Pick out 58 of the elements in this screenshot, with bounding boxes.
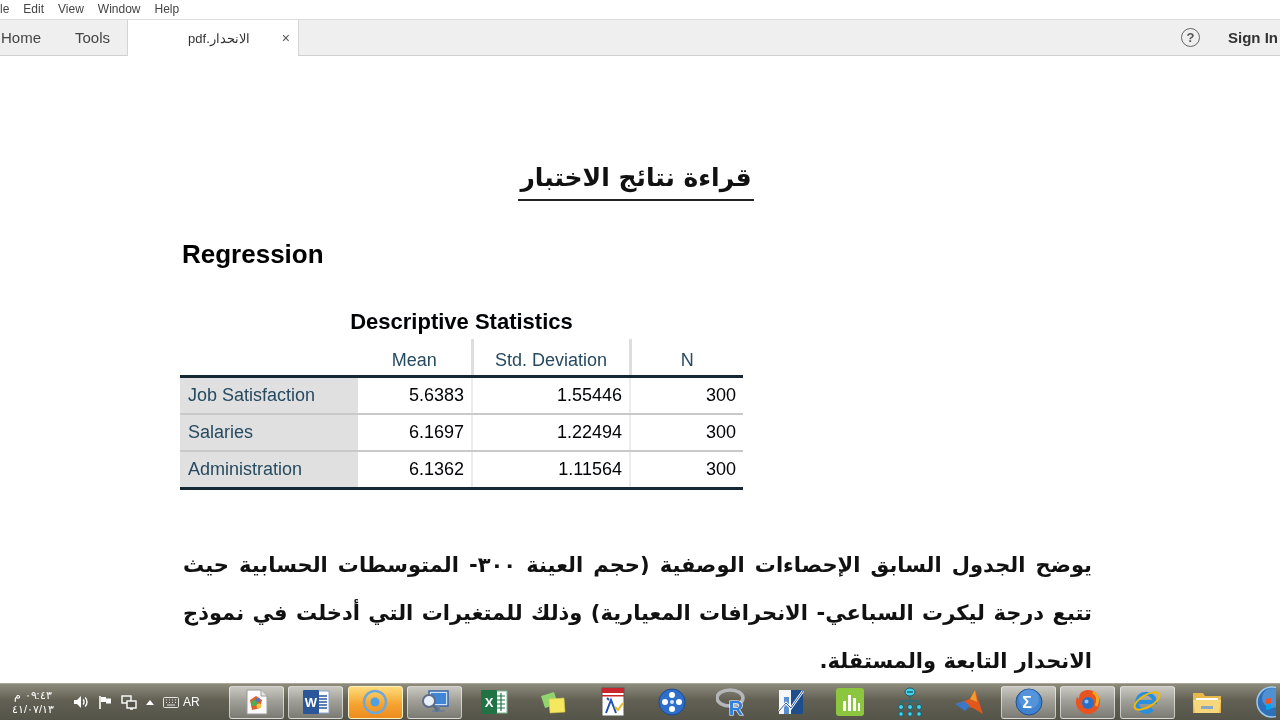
page-heading: قراءة نتائج الاختبار <box>518 160 754 201</box>
table-cell: 5.6383 <box>358 376 472 414</box>
table-cell: 300 <box>630 414 743 451</box>
menu-item[interactable]: View <box>58 2 84 17</box>
sign-in-link[interactable]: Sign In <box>1228 29 1278 46</box>
flag-icon <box>98 695 112 709</box>
nav-tab[interactable]: Tools <box>58 20 128 55</box>
menu-item[interactable]: Edit <box>23 2 45 17</box>
taskbar-button[interactable]: X <box>466 685 522 719</box>
section-title: Regression <box>182 239 324 269</box>
network-button[interactable] <box>121 694 137 710</box>
clock-date: ٤١/٠٧/١٣ <box>11 702 55 716</box>
menu-item[interactable]: le <box>0 2 10 17</box>
menu-item[interactable]: Help <box>154 2 180 17</box>
show-hidden-icons-button[interactable] <box>146 699 154 705</box>
speaker-icon <box>73 695 89 709</box>
table-cell: 1.55446 <box>472 376 630 414</box>
file-splash-icon <box>245 689 268 715</box>
table-cell: 6.1697 <box>358 414 472 451</box>
paragraph: يوضح الجدول السابق الإحصاءات الوصفية (حجم العينة ٣٠٠- المتوسطات الحسابية حيث تتبع درجة ليكرت السباعي- الانحرافات المعيارية) وذلك للمتغيرات التي أدخلت في نموذج الانحدار التابعة والمستقلة. <box>183 552 1092 675</box>
document-tab[interactable]: الانحدار.pdf × <box>127 20 300 56</box>
table-cell: 1.22494 <box>472 414 630 451</box>
keyboard-icon <box>163 696 179 708</box>
monitor-magnifier-icon <box>420 689 449 715</box>
line-chart-icon <box>778 689 804 715</box>
menu-item[interactable]: Window <box>97 2 141 17</box>
sigma-icon: Σ <box>1014 688 1043 716</box>
disc-icon <box>362 689 389 715</box>
network-icon <box>121 694 137 710</box>
column-header: Mean <box>358 339 472 377</box>
clock-time: ٠٩:٤٣ م <box>14 688 52 702</box>
table-title: Descriptive Statistics <box>349 309 574 334</box>
keyboard-button[interactable] <box>163 696 179 708</box>
volume-button[interactable] <box>73 695 89 709</box>
banner-document-icon <box>600 687 625 717</box>
column-header: Std. Deviation <box>472 339 630 377</box>
table-cell: 1.11564 <box>472 451 630 489</box>
language-indicator[interactable]: AR <box>183 695 200 709</box>
column-header: N <box>630 339 743 377</box>
tab-title: الانحدار.pdf <box>187 30 250 46</box>
row-header: Job Satisfaction <box>180 376 358 414</box>
peak-surface-icon <box>954 689 985 715</box>
row-header: Salaries <box>180 414 358 451</box>
bar-chart-icon <box>835 687 866 717</box>
sticky-notes-icon <box>539 690 568 714</box>
table-cell: 300 <box>630 376 743 414</box>
e-logo-icon <box>1132 688 1163 716</box>
table-cell: 300 <box>630 451 743 489</box>
table-cell: 6.1362 <box>358 451 472 489</box>
row-header: Administration <box>180 451 358 489</box>
caret-up-icon <box>146 699 154 705</box>
flag-button[interactable] <box>98 695 112 709</box>
close-button[interactable]: × <box>281 31 291 45</box>
orb-icon <box>1253 686 1276 718</box>
nav-tab[interactable]: Home <box>0 20 58 55</box>
taskbar-button[interactable]: W <box>288 685 344 719</box>
swirl-globe-icon <box>1073 688 1102 716</box>
ball-icon <box>658 688 687 716</box>
